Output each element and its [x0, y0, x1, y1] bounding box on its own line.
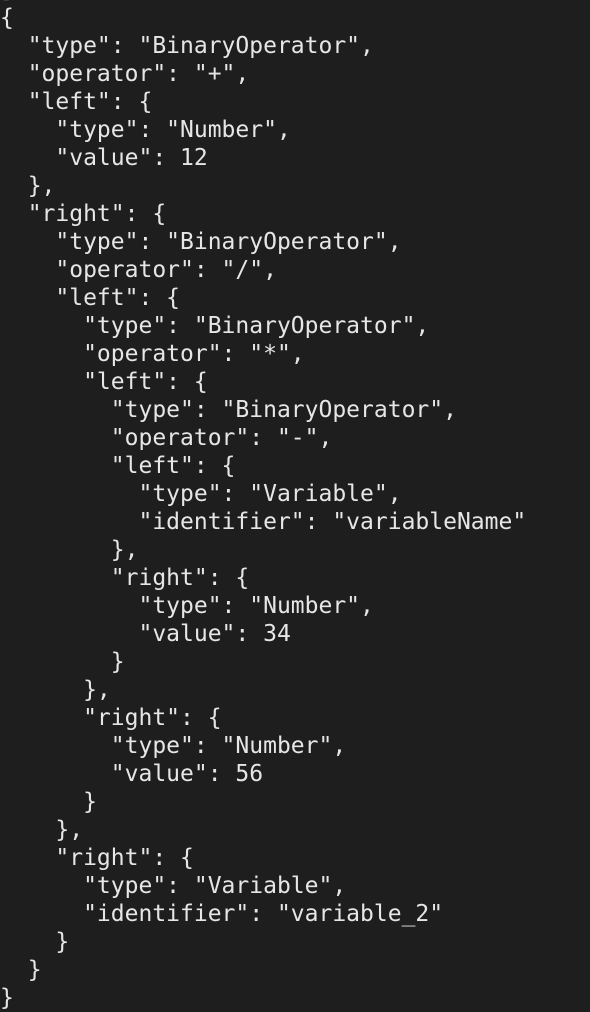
code-line: "left": { — [0, 89, 153, 115]
code-line: } — [0, 649, 125, 675]
code-line: "operator": "*", — [0, 341, 305, 367]
code-line: "type": "BinaryOperator", — [0, 33, 374, 59]
code-line: "identifier": "variableName" — [0, 509, 527, 535]
code-line: "left": { — [0, 453, 236, 479]
code-line: "value": 56 — [0, 761, 264, 787]
code-line: "value": 34 — [0, 621, 291, 647]
code-line: "right": { — [0, 845, 194, 871]
code-line: "type": "BinaryOperator", — [0, 313, 430, 339]
json-code-block: ]{ "type": "BinaryOperator", "operator":… — [0, 0, 526, 1012]
code-line: { — [0, 5, 14, 31]
code-line: "type": "Number", — [0, 733, 347, 759]
code-line: "type": "Number", — [0, 117, 291, 143]
code-line: "type": "BinaryOperator", — [0, 397, 457, 423]
code-line: "operator": "/", — [0, 257, 277, 283]
code-line: "operator": "-", — [0, 425, 333, 451]
code-line: }, — [0, 677, 111, 703]
code-line: "right": { — [0, 201, 167, 227]
code-line: }, — [0, 173, 56, 199]
code-line: "type": "BinaryOperator", — [0, 229, 402, 255]
code-line: "type": "Variable", — [0, 481, 402, 507]
code-line: }, — [0, 537, 139, 563]
code-line: "left": { — [0, 369, 208, 395]
code-viewport: ]{ "type": "BinaryOperator", "operator":… — [0, 0, 590, 1012]
code-line: "type": "Number", — [0, 593, 374, 619]
code-line: "identifier": "variable_2" — [0, 901, 444, 927]
code-line: "operator": "+", — [0, 61, 250, 87]
code-line: } — [0, 957, 42, 983]
code-line: "type": "Variable", — [0, 873, 347, 899]
code-line: }, — [0, 817, 84, 843]
code-line: } — [0, 985, 14, 1011]
code-line: } — [0, 929, 70, 955]
code-line: "left": { — [0, 285, 181, 311]
code-line: "right": { — [0, 565, 250, 591]
code-line: } — [0, 789, 97, 815]
code-line: "right": { — [0, 705, 222, 731]
code-line: "value": 12 — [0, 145, 208, 171]
